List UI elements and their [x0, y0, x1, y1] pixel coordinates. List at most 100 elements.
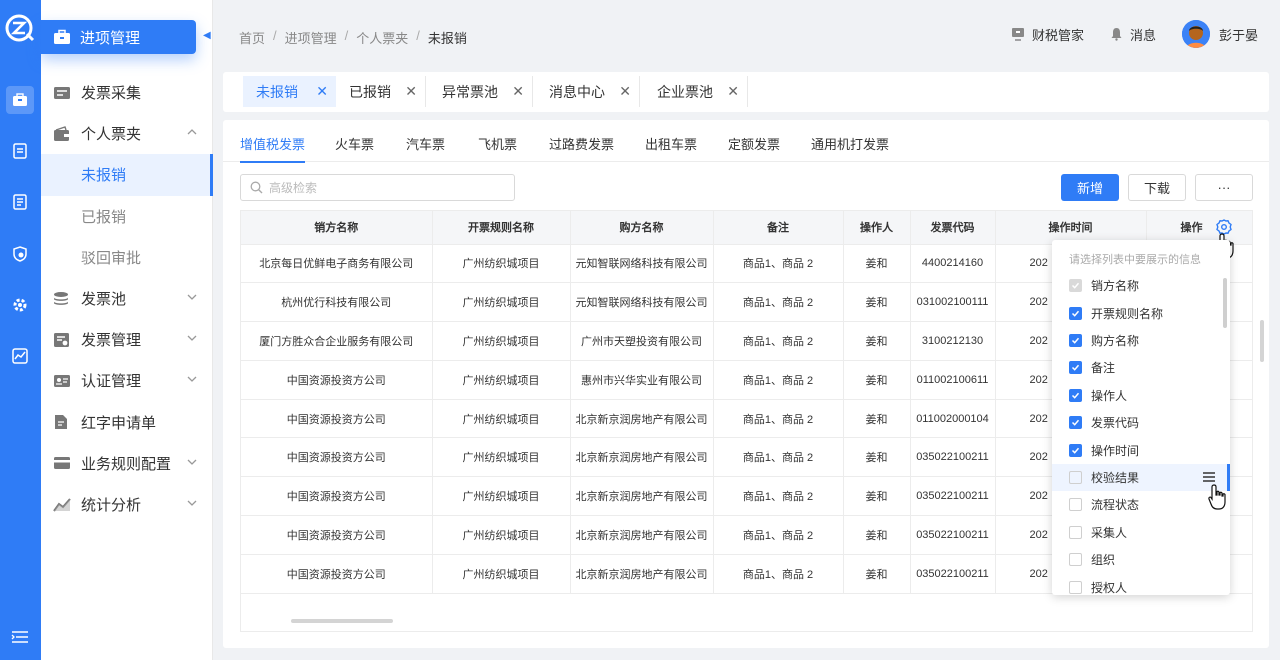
column-option[interactable]: 校验结果 [1052, 463, 1230, 492]
column-option-label: 流程状态 [1091, 498, 1140, 513]
sidebar-item-red-letter[interactable]: 红字申请单 [41, 402, 213, 443]
table-cell: 商品1、商品 2 [713, 437, 844, 478]
database-icon [53, 291, 71, 307]
sidebar-item-rule-config[interactable]: 业务规则配置 [41, 443, 213, 484]
column-option[interactable]: 流程状态 [1052, 491, 1230, 518]
table-cell: 3100212130 [910, 321, 996, 361]
module-button[interactable]: 进项管理 [41, 20, 196, 54]
search-input[interactable] [269, 180, 499, 195]
close-icon[interactable]: ✕ [405, 84, 417, 98]
column-option[interactable]: 销方名称 [1052, 272, 1230, 299]
table-cell: 广州纺织城项目 [432, 476, 571, 517]
sidebar-item-reimbursed[interactable]: 已报销 [41, 196, 213, 237]
column-option[interactable]: 开票规则名称 [1052, 299, 1230, 326]
column-option[interactable]: 组织 [1052, 546, 1230, 573]
tab-toll-invoice[interactable]: 过路费发票 [549, 134, 614, 153]
id-card-icon [53, 373, 71, 389]
popover-scrollbar[interactable] [1223, 278, 1227, 328]
user-menu[interactable]: 彭于晏 [1181, 20, 1258, 48]
breadcrumb-home[interactable]: 首页 [239, 28, 265, 47]
tab-vat-invoice[interactable]: 增值税发票 [240, 134, 306, 163]
tab-taxi-ticket[interactable]: 出租车票 [645, 134, 697, 153]
sidebar: 进项管理 ◀ 发票采集 个人票夹 未报销 已报销 驳回审批 发票池 发票管理 认… [41, 0, 213, 660]
close-icon[interactable]: ✕ [619, 84, 631, 98]
page-tab-abnormal-pool[interactable]: 异常票池 ✕ [429, 76, 533, 107]
sidebar-item-label: 认证管理 [81, 373, 142, 391]
rail-gear-icon[interactable] [9, 294, 31, 316]
column-header: 购方名称 [570, 211, 714, 245]
table-cell: 中国资源投资方公司 [241, 554, 433, 594]
sidebar-item-label: 红字申请单 [81, 414, 157, 432]
breadcrumb-module[interactable]: 进项管理 [285, 28, 337, 47]
checkbox[interactable] [1069, 306, 1082, 320]
column-option-label: 组织 [1091, 553, 1116, 568]
column-option[interactable]: 授权人 [1052, 573, 1230, 595]
column-option[interactable]: 购方名称 [1052, 327, 1230, 354]
rail-briefcase-icon[interactable] [6, 86, 34, 114]
close-icon[interactable]: ✕ [512, 84, 524, 98]
checkbox[interactable] [1069, 361, 1082, 375]
page-tab-reimbursed[interactable]: 已报销 ✕ [336, 76, 426, 107]
checkbox[interactable] [1069, 416, 1082, 430]
rail-chart-icon[interactable] [9, 345, 31, 367]
download-button[interactable]: 下载 [1128, 174, 1186, 201]
menu-toggle-icon[interactable] [11, 630, 29, 644]
checkbox[interactable] [1069, 470, 1082, 484]
checkbox[interactable] [1069, 498, 1082, 512]
sidebar-item-invoice-collect[interactable]: 发票采集 [41, 72, 213, 113]
checkbox[interactable] [1069, 333, 1082, 347]
monitor-icon [1011, 28, 1024, 41]
advanced-search[interactable] [240, 174, 515, 201]
sidebar-item-invoice-manage[interactable]: 发票管理 [41, 319, 213, 360]
page-tab-label: 已报销 [349, 83, 391, 100]
vertical-scrollbar[interactable] [1260, 320, 1264, 362]
add-button[interactable]: 新增 [1061, 174, 1119, 201]
sidebar-item-statistics[interactable]: 统计分析 [41, 484, 213, 525]
tab-fixed-invoice[interactable]: 定额发票 [728, 134, 780, 153]
page-tab-unreimbursed[interactable]: 未报销 ✕ [243, 76, 336, 107]
close-icon[interactable]: ✕ [316, 84, 328, 98]
tab-machine-invoice[interactable]: 通用机打发票 [811, 134, 889, 153]
tab-flight-ticket[interactable]: 飞机票 [478, 134, 517, 153]
table-cell: 4400214160 [910, 244, 996, 284]
sidebar-item-invoice-pool[interactable]: 发票池 [41, 278, 213, 319]
column-option[interactable]: 采集人 [1052, 519, 1230, 546]
page-tab-enterprise-pool[interactable]: 企业票池 ✕ [644, 76, 748, 107]
table-cell: 北京新京润房地产有限公司 [570, 476, 714, 517]
column-option[interactable]: 备注 [1052, 354, 1230, 381]
sidebar-item-unreimbursed[interactable]: 未报销 [41, 154, 213, 196]
sidebar-item-label: 个人票夹 [81, 126, 142, 144]
rail-shield-icon[interactable] [9, 243, 31, 265]
table-cell: 中国资源投资方公司 [241, 360, 433, 400]
table-cell: 011002100611 [910, 360, 996, 400]
sidebar-item-certification[interactable]: 认证管理 [41, 360, 213, 401]
tax-manager-link[interactable]: 财税管家 [1011, 25, 1084, 44]
collapse-sidebar-icon[interactable]: ◀ [203, 30, 213, 44]
checkbox[interactable] [1069, 580, 1082, 594]
column-option[interactable]: 发票代码 [1052, 409, 1230, 436]
header-actions: 财税管家 消息 彭于晏 [985, 20, 1258, 48]
messages-link[interactable]: 消息 [1110, 25, 1156, 44]
sidebar-item-label: 统计分析 [81, 496, 142, 514]
tab-bus-ticket[interactable]: 汽车票 [406, 134, 445, 153]
table-cell: 元知智联网络科技有限公司 [570, 282, 714, 323]
checkbox[interactable] [1069, 388, 1082, 402]
column-option[interactable]: 操作时间 [1052, 436, 1230, 463]
more-button[interactable]: ··· [1195, 174, 1253, 201]
rail-document-icon[interactable] [9, 191, 31, 213]
sidebar-item-personal-folder[interactable]: 个人票夹 [41, 113, 213, 154]
breadcrumb-folder[interactable]: 个人票夹 [356, 28, 408, 47]
drag-cursor-icon [1208, 484, 1226, 510]
column-option-label: 备注 [1091, 361, 1116, 376]
checkbox[interactable] [1069, 553, 1082, 567]
breadcrumb-current: 未报销 [427, 31, 467, 46]
checkbox[interactable] [1069, 443, 1082, 457]
horizontal-scrollbar[interactable] [291, 619, 393, 623]
sidebar-item-rejected[interactable]: 驳回审批 [41, 237, 213, 278]
checkbox[interactable] [1069, 525, 1082, 539]
column-option[interactable]: 操作人 [1052, 382, 1230, 409]
page-tab-message-center[interactable]: 消息中心 ✕ [536, 76, 640, 107]
close-icon[interactable]: ✕ [727, 84, 739, 98]
tab-train-ticket[interactable]: 火车票 [335, 134, 374, 153]
rail-wallet-icon[interactable] [9, 140, 31, 162]
